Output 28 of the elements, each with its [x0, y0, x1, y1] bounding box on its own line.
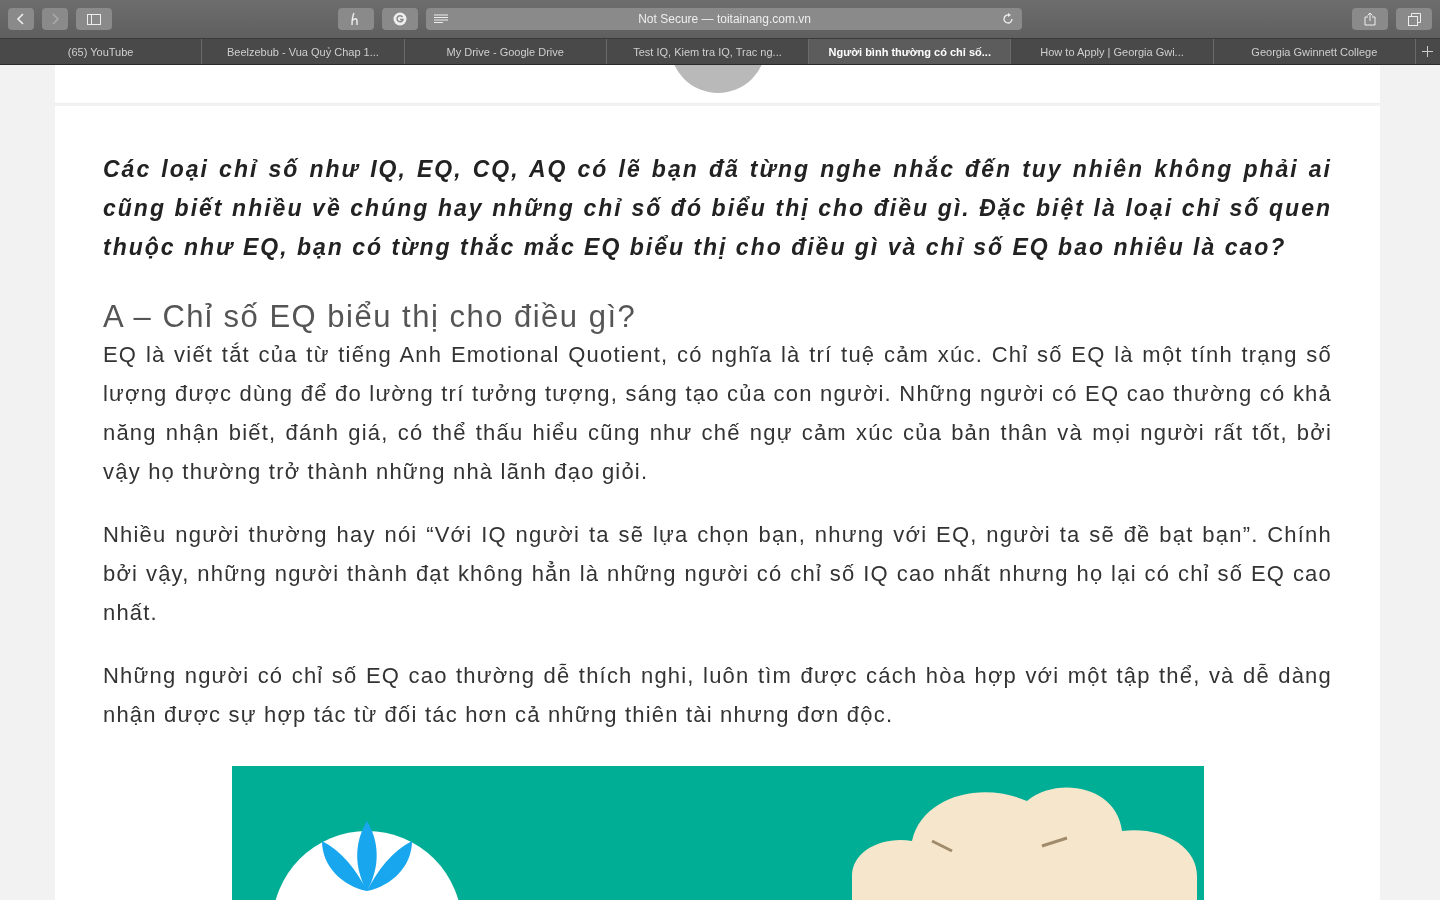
- browser-tab[interactable]: (65) YouTube: [0, 39, 203, 64]
- body-paragraph: Những người có chỉ số EQ cao thường dễ thích nghi, luôn tìm được cách hòa hợp với một tập thể, và dễ dàng nhận được sự hợp tác từ đối tác hơn cả những thiên tài nhưng đơn độc.: [103, 662, 1332, 729]
- sidebar-icon: [87, 13, 101, 25]
- plus-icon: [1422, 46, 1434, 57]
- address-bar[interactable]: Not Secure — toitainang.com.vn: [425, 8, 1022, 30]
- section-heading: A – Chỉ số EQ biểu thị cho điều gì?: [103, 299, 638, 335]
- browser-tab[interactable]: How to Apply | Georgia Gwi...: [1011, 39, 1214, 64]
- browser-tab[interactable]: Người bình thường có chỉ số...: [809, 39, 1012, 64]
- share-icon: [1364, 12, 1376, 26]
- browser-tab[interactable]: My Drive - Google Drive: [404, 39, 607, 64]
- browser-tab[interactable]: Beelzebub - Vua Quỷ Chap 1...: [202, 39, 405, 64]
- intro-paragraph: Các loại chỉ số như IQ, EQ, CQ, AQ có lẽ bạn đã từng nghe nhắc đến tuy nhiên không phải ai cũng biết nhiều về chúng hay những chỉ số đó biểu thị cho điều gì. Đặc biệt là loại chỉ số quen thuộc như EQ, bạn có từng thắc mắc EQ biểu thị cho điều gì và chỉ số EQ bao nhiêu là cao?: [103, 154, 1332, 262]
- sidebar-button[interactable]: [76, 8, 112, 30]
- circle-g-icon: [392, 12, 407, 26]
- browser-tab[interactable]: Georgia Gwinnett College: [1213, 39, 1416, 64]
- chevron-right-icon: [50, 13, 60, 25]
- share-button[interactable]: [1352, 8, 1388, 30]
- body-paragraph: Nhiều người thường hay nói “Với IQ người ta sẽ lựa chọn bạn, nhưng với EQ, người ta sẽ đề bạt bạn”. Chính bởi vậy, những người thành đạt không hẳn là những người có chỉ số IQ cao nhất nhưng họ lại có chỉ số EQ cao nhất.: [103, 521, 1332, 627]
- extension-button[interactable]: [381, 8, 418, 30]
- overlapping-squares-icon: [1407, 12, 1421, 26]
- reload-icon[interactable]: [1001, 13, 1014, 25]
- address-text: Not Secure — toitainang.com.vn: [637, 12, 812, 26]
- tabs-overview-button[interactable]: [1396, 8, 1432, 30]
- body-paragraph: EQ là viết tắt của từ tiếng Anh Emotional Quotient, có nghĩa là trí tuệ cảm xúc. Chỉ số EQ là một tính trạng số lượng được dùng để đo lường trí tưởng tượng, sáng tạo của con người. Những người có EQ cao thường có khả năng nhận biết, đánh giá, có thể thấu hiểu cũng như chế ngự cảm xúc của bản thân và mọi người rất tốt, bởi vậy họ thường trở thành những nhà lãnh đạo giỏi.: [103, 341, 1332, 486]
- extension-button[interactable]: [337, 8, 374, 30]
- chevron-left-icon: [16, 13, 26, 25]
- reader-icon: [433, 14, 448, 24]
- back-button[interactable]: [8, 8, 34, 30]
